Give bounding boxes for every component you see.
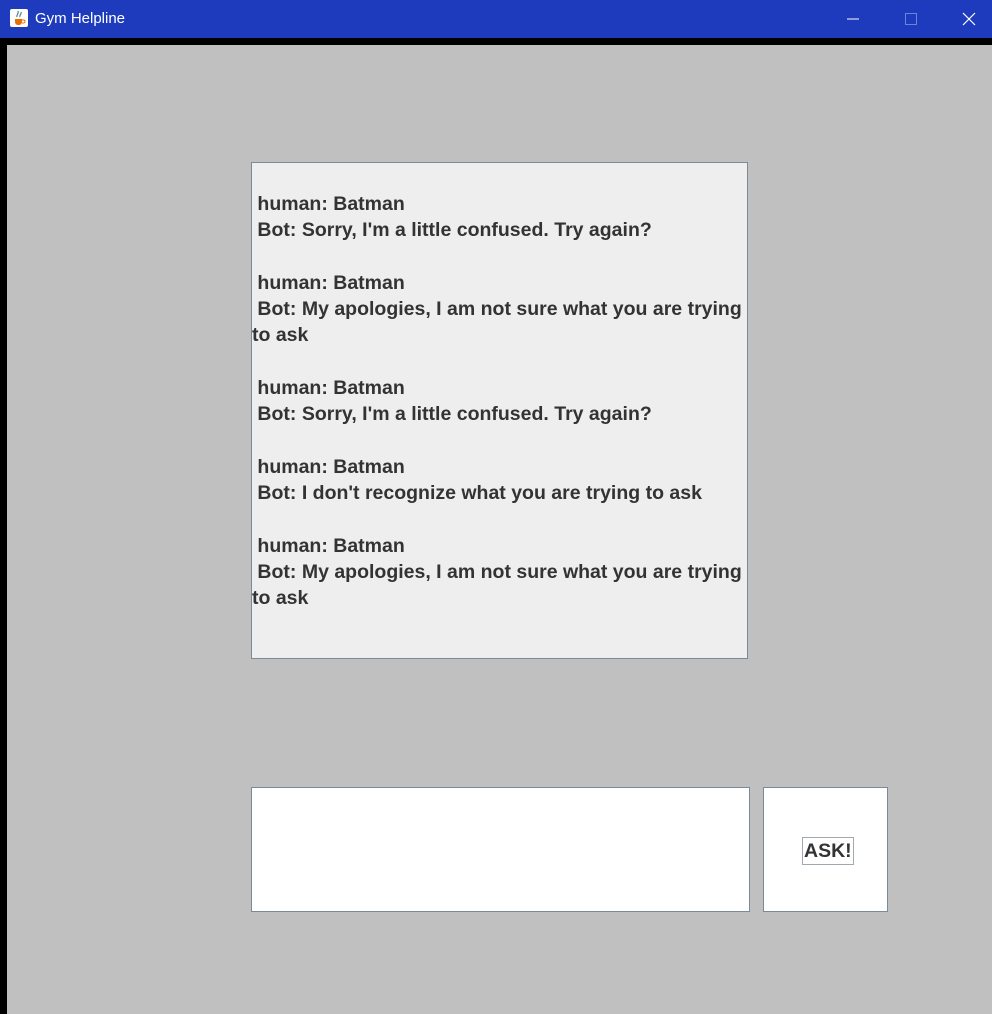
maximize-button[interactable] [882,0,940,38]
close-icon [962,12,976,26]
minimize-button[interactable] [824,0,882,38]
content-panel: human: Batman Bot: Sorry, I'm a little c… [7,45,992,1014]
chat-transcript-text: human: Batman Bot: Sorry, I'm a little c… [252,193,742,610]
maximize-icon [905,13,917,25]
window-title: Gym Helpline [35,10,126,27]
app-window: Gym Helpline human: Batman Bot: Sorry, I… [0,0,992,1014]
close-button[interactable] [940,0,992,38]
chat-transcript-area[interactable]: human: Batman Bot: Sorry, I'm a little c… [251,162,748,659]
ask-button-label: ASK! [802,837,854,865]
question-input[interactable] [251,787,750,912]
title-bar[interactable]: Gym Helpline [0,0,992,38]
minimize-icon [847,18,859,20]
java-cup-icon [10,9,28,27]
ask-button[interactable]: ASK! [763,787,888,912]
